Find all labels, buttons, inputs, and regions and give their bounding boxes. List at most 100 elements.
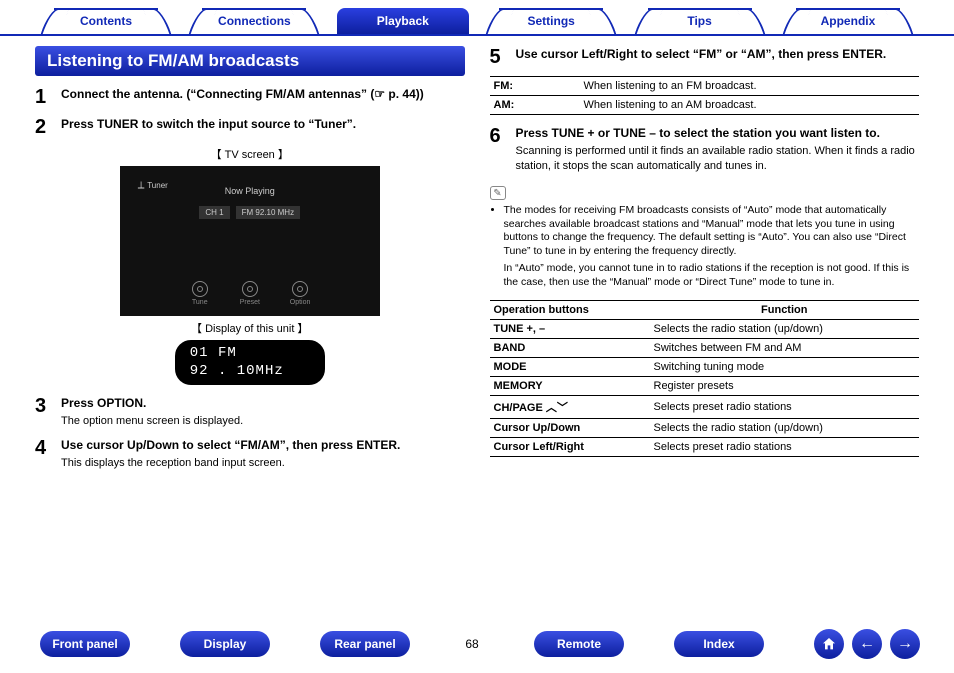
page-body: Listening to FM/AM broadcasts 1 Connect … [0, 36, 954, 596]
tab-label: Playback [377, 14, 429, 28]
table-row: Cursor Up/DownSelects the radio station … [490, 418, 920, 437]
tv-mock: Tuner Now Playing CH 1 FM 92.10 MHz Tune… [120, 166, 380, 316]
tv-ic-label: Option [290, 299, 311, 306]
ops-table: Operation buttons Function TUNE +, –Sele… [490, 300, 920, 457]
step-number: 2 [35, 116, 61, 138]
table-row: Cursor Left/RightSelects preset radio st… [490, 437, 920, 456]
tab-playback[interactable]: Playback [337, 8, 469, 34]
step-title: Use cursor Left/Right to select “FM” or … [516, 47, 887, 61]
cell: Register presets [650, 376, 920, 395]
step-number: 3 [35, 395, 61, 429]
table-row: CH/PAGE ︿﹀Selects preset radio stations [490, 395, 920, 418]
tv-option-icon: Option [290, 281, 310, 306]
index-button[interactable]: Index [674, 631, 764, 657]
table-row: MEMORYRegister presets [490, 376, 920, 395]
step-2: 2 Press TUNER to switch the input source… [35, 116, 465, 138]
tab-label: Contents [80, 14, 132, 28]
table-row: MODESwitching tuning mode [490, 357, 920, 376]
remote-button[interactable]: Remote [534, 631, 624, 657]
nav-group: ← → [814, 629, 920, 659]
front-panel-button[interactable]: Front panel [40, 631, 130, 657]
tab-contents[interactable]: Contents [40, 8, 172, 34]
note-icon: ✎ [490, 186, 506, 200]
step-5: 5 Use cursor Left/Right to select “FM” o… [490, 46, 920, 68]
step-3: 3 Press OPTION. The option menu screen i… [35, 395, 465, 429]
prev-icon[interactable]: ← [852, 629, 882, 659]
tv-tuner-label: Tuner [138, 180, 168, 191]
table-header-row: Operation buttons Function [490, 300, 920, 319]
tab-label: Connections [218, 14, 291, 28]
step-4: 4 Use cursor Up/Down to select “FM/AM”, … [35, 437, 465, 471]
step-sub: This displays the reception band input s… [61, 456, 465, 471]
step-number: 5 [490, 46, 516, 68]
step-title: Press TUNER to switch the input source t… [61, 117, 356, 131]
tab-label: Appendix [821, 14, 876, 28]
tv-now-playing: Now Playing [138, 186, 362, 196]
table-row: BANDSwitches between FM and AM [490, 338, 920, 357]
step-title: Press TUNE + or TUNE – to select the sta… [516, 126, 880, 140]
cell: Cursor Up/Down [490, 418, 650, 437]
table-row: TUNE +, –Selects the radio station (up/d… [490, 319, 920, 338]
cell: Selects preset radio stations [650, 395, 920, 418]
cell: Function [650, 300, 920, 319]
cell: Switching tuning mode [650, 357, 920, 376]
cell: Operation buttons [490, 300, 650, 319]
step-number: 1 [35, 86, 61, 108]
step-title: Connect the antenna. (“Connecting FM/AM … [61, 87, 424, 101]
tab-settings[interactable]: Settings [485, 8, 617, 34]
rear-panel-button[interactable]: Rear panel [320, 631, 410, 657]
tv-preset-icon: Preset [240, 281, 260, 306]
cell: FM: [490, 77, 580, 96]
left-column: Listening to FM/AM broadcasts 1 Connect … [35, 46, 465, 596]
step-6: 6 Press TUNE + or TUNE – to select the s… [490, 125, 920, 174]
tv-screen-label: TV screen [35, 146, 465, 162]
cell: TUNE +, – [490, 319, 650, 338]
top-tabs: Contents Connections Playback Settings T… [0, 0, 954, 36]
tv-frequency: FM 92.10 MHz [236, 206, 300, 219]
band-table: FM:When listening to an FM broadcast. AM… [490, 76, 920, 115]
display-button[interactable]: Display [180, 631, 270, 657]
table-row: AM:When listening to an AM broadcast. [490, 96, 920, 115]
display-label: Display of this unit [35, 320, 465, 336]
note-bullet: The modes for receiving FM broadcasts co… [504, 204, 920, 259]
footer: Front panel Display Rear panel 68 Remote… [0, 629, 954, 659]
cell: Selects preset radio stations [650, 437, 920, 456]
tab-tips[interactable]: Tips [634, 8, 766, 34]
tv-channel: CH 1 [199, 206, 229, 219]
step-sub: Scanning is performed until it finds an … [516, 144, 920, 174]
tv-ic-label: Tune [192, 299, 208, 306]
tab-connections[interactable]: Connections [188, 8, 320, 34]
cell: Switches between FM and AM [650, 338, 920, 357]
step-sub: The option menu screen is displayed. [61, 414, 465, 429]
cell: Selects the radio station (up/down) [650, 319, 920, 338]
home-icon[interactable] [814, 629, 844, 659]
right-column: 5 Use cursor Left/Right to select “FM” o… [490, 46, 920, 596]
unit-display-mock: 01 FM 92 . 10MHz [175, 340, 325, 385]
step-number: 6 [490, 125, 516, 174]
note-list: The modes for receiving FM broadcasts co… [490, 204, 920, 259]
tv-ic-label: Preset [240, 299, 260, 306]
tab-label: Tips [687, 14, 711, 28]
note-line: In “Auto” mode, you cannot tune in to ra… [490, 262, 920, 289]
disp-line1: 01 FM [190, 345, 310, 363]
step-title: Press OPTION. [61, 396, 146, 410]
cell: When listening to an FM broadcast. [580, 77, 920, 96]
tab-appendix[interactable]: Appendix [782, 8, 914, 34]
next-icon[interactable]: → [890, 629, 920, 659]
cell: Selects the radio station (up/down) [650, 418, 920, 437]
step-number: 4 [35, 437, 61, 471]
tab-label: Settings [528, 14, 575, 28]
cell: CH/PAGE ︿﹀ [490, 395, 650, 418]
table-row: FM:When listening to an FM broadcast. [490, 77, 920, 96]
section-title: Listening to FM/AM broadcasts [35, 46, 465, 76]
cell: BAND [490, 338, 650, 357]
cell: AM: [490, 96, 580, 115]
page-number: 68 [460, 637, 484, 651]
cell: Cursor Left/Right [490, 437, 650, 456]
disp-line2: 92 . 10MHz [190, 363, 310, 381]
cell: MODE [490, 357, 650, 376]
tv-tune-icon: Tune [190, 281, 210, 306]
step-title: Use cursor Up/Down to select “FM/AM”, th… [61, 438, 400, 452]
cell: When listening to an AM broadcast. [580, 96, 920, 115]
cell: MEMORY [490, 376, 650, 395]
